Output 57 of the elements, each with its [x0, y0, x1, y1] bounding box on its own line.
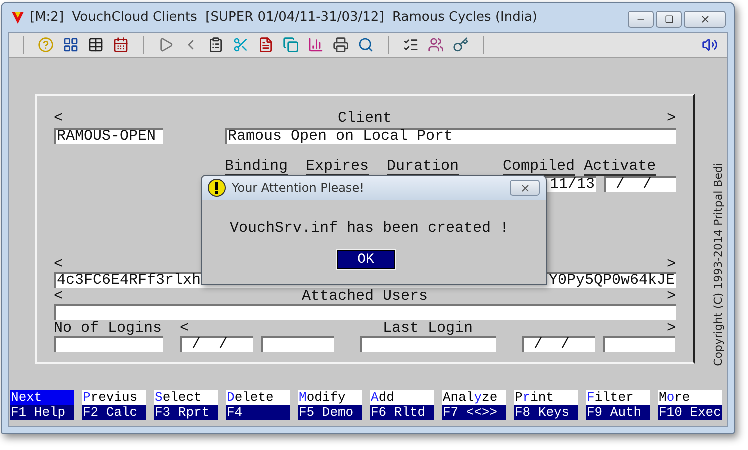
scroll-left-marker: <: [54, 290, 64, 304]
input-field[interactable]: Ramous Open on Local Port: [225, 128, 676, 144]
function-key-button[interactable]: F4: [226, 405, 290, 420]
field-label: Last Login: [382, 322, 474, 336]
function-key-button[interactable]: F6 Rltd: [370, 405, 434, 420]
function-key-button[interactable]: F3 Rprt: [154, 405, 218, 420]
function-key-label[interactable]: Modify: [298, 390, 362, 405]
function-key-label[interactable]: Previus: [82, 390, 146, 405]
input-field[interactable]: [261, 336, 334, 352]
function-key-button[interactable]: F2 Calc: [82, 405, 146, 420]
close-button[interactable]: [510, 180, 540, 196]
close-icon: [520, 182, 530, 194]
app-logo-icon: [12, 12, 24, 24]
function-key-button[interactable]: F8 Keys: [514, 405, 578, 420]
close-icon: [700, 14, 710, 25]
function-key-label[interactable]: More: [658, 390, 722, 405]
scroll-left-marker: <: [54, 112, 64, 126]
input-field[interactable]: [54, 304, 676, 320]
copyright-text: Copyright (C) 1993-2014 Pritpal Bedi: [712, 162, 725, 366]
window-title: [M:2] VouchCloud Clients [SUPER 01/04/11-31/03/12] Ramous Cycles (India): [30, 10, 538, 25]
input-field[interactable]: / /: [604, 176, 676, 192]
function-key-button[interactable]: F5 Demo: [298, 405, 362, 420]
ok-button[interactable]: OK: [337, 250, 395, 269]
input-field[interactable]: [360, 336, 496, 352]
dialog-title: Your Attention Please!: [232, 181, 366, 195]
scroll-left-marker: <: [54, 258, 64, 272]
scroll-right-marker: >: [666, 258, 676, 272]
key-text-start: 4c3FC6E4RFf3rlxh: [57, 274, 202, 288]
function-key-button[interactable]: F10 Exec: [658, 405, 722, 420]
function-key-label[interactable]: Delete: [226, 390, 290, 405]
function-key-button[interactable]: F7 <<>>: [442, 405, 506, 420]
function-key-label[interactable]: Analyze: [442, 390, 506, 405]
function-key-label[interactable]: Add: [370, 390, 434, 405]
function-key-label[interactable]: Select: [154, 390, 218, 405]
scroll-right-marker: >: [666, 112, 676, 126]
scroll-right-marker: >: [666, 290, 676, 304]
close-button[interactable]: [684, 11, 726, 28]
field-label: Client: [336, 112, 393, 126]
dialog-message: VouchSrv.inf has been created !: [230, 220, 510, 237]
warning-icon: [208, 179, 226, 197]
maximize-icon: [664, 15, 674, 24]
input-field[interactable]: [54, 336, 163, 352]
function-key-label[interactable]: Filter: [586, 390, 650, 405]
date-field[interactable]: / /: [180, 336, 253, 352]
field-label: Attached Users: [300, 290, 430, 304]
maximize-button[interactable]: [656, 11, 682, 28]
function-key-button[interactable]: F9 Auth: [586, 405, 650, 420]
key-text-end: Y0Py5QP0w64kJE: [548, 274, 675, 288]
input-field[interactable]: RAMOUS-OPEN: [54, 128, 163, 144]
date-field[interactable]: / /: [522, 336, 595, 352]
input-field[interactable]: [603, 336, 675, 352]
function-key-button[interactable]: F1 Help: [10, 405, 74, 420]
scroll-right-marker: >: [666, 322, 676, 336]
function-key-label[interactable]: Print: [514, 390, 578, 405]
function-key-label[interactable]: Next: [10, 390, 74, 405]
field-label: No of Logins: [54, 322, 164, 336]
scroll-left-marker: <: [180, 322, 190, 336]
